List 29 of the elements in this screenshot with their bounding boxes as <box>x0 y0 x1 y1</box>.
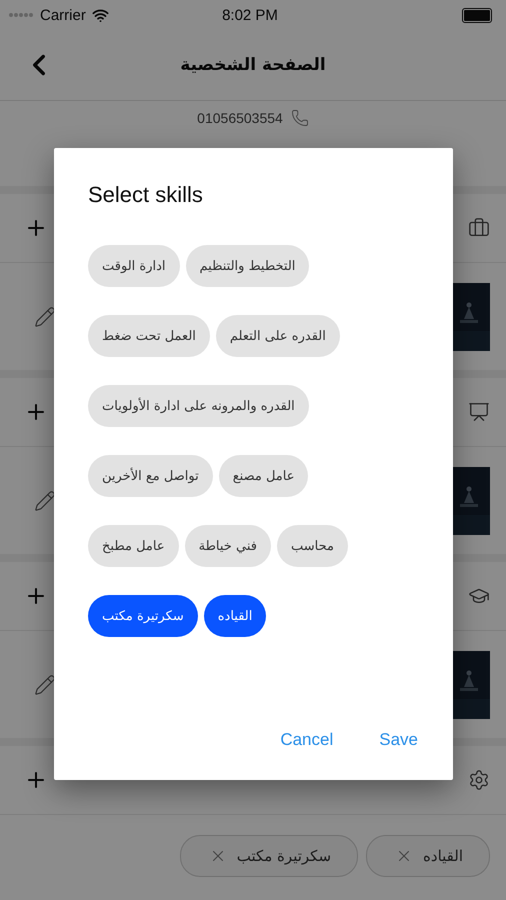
phone-icon <box>290 109 309 127</box>
skill-tag-label: سكرتيرة مكتب <box>236 847 332 865</box>
presentation-icon <box>468 401 490 423</box>
skill-chip[interactable]: عامل مطبخ <box>88 525 179 567</box>
skill-chip[interactable]: القياده <box>204 595 266 637</box>
skill-chip[interactable]: محاسب <box>276 525 348 567</box>
phone-number: 01056503554 <box>197 110 283 126</box>
skill-chip[interactable]: ادارة الوقت <box>88 245 180 287</box>
pencil-icon[interactable] <box>34 490 56 512</box>
skill-chip[interactable]: العمل تحت ضغط <box>88 315 210 357</box>
pencil-icon[interactable] <box>34 306 56 328</box>
pencil-icon[interactable] <box>34 674 56 696</box>
carrier-name: Carrier <box>40 6 86 24</box>
skill-chip[interactable]: سكرتيرة مكتب <box>88 595 198 637</box>
skill-tag-label: القياده <box>423 847 463 865</box>
skill-chip[interactable]: التخطيط والتنظيم <box>186 245 310 287</box>
page-title: الصفحة الشخصية <box>180 55 326 75</box>
skill-chip[interactable]: فني خياطة <box>184 525 271 567</box>
battery-icon <box>462 8 492 22</box>
skill-chip[interactable]: القدره على التعلم <box>216 315 340 357</box>
settings-icon <box>468 769 490 791</box>
wifi-icon <box>92 6 109 24</box>
dialog-title: Select skills <box>88 182 204 208</box>
briefcase-icon <box>468 217 490 239</box>
skill-chip[interactable]: تواصل مع الأخرين <box>88 455 213 497</box>
skill-chip[interactable]: عامل مصنع <box>218 455 308 497</box>
signal-icon <box>8 12 34 18</box>
skill-chip[interactable]: القدره والمرونه على ادارة الأولويات <box>88 385 309 427</box>
status-time: 8:02 PM <box>222 6 278 24</box>
